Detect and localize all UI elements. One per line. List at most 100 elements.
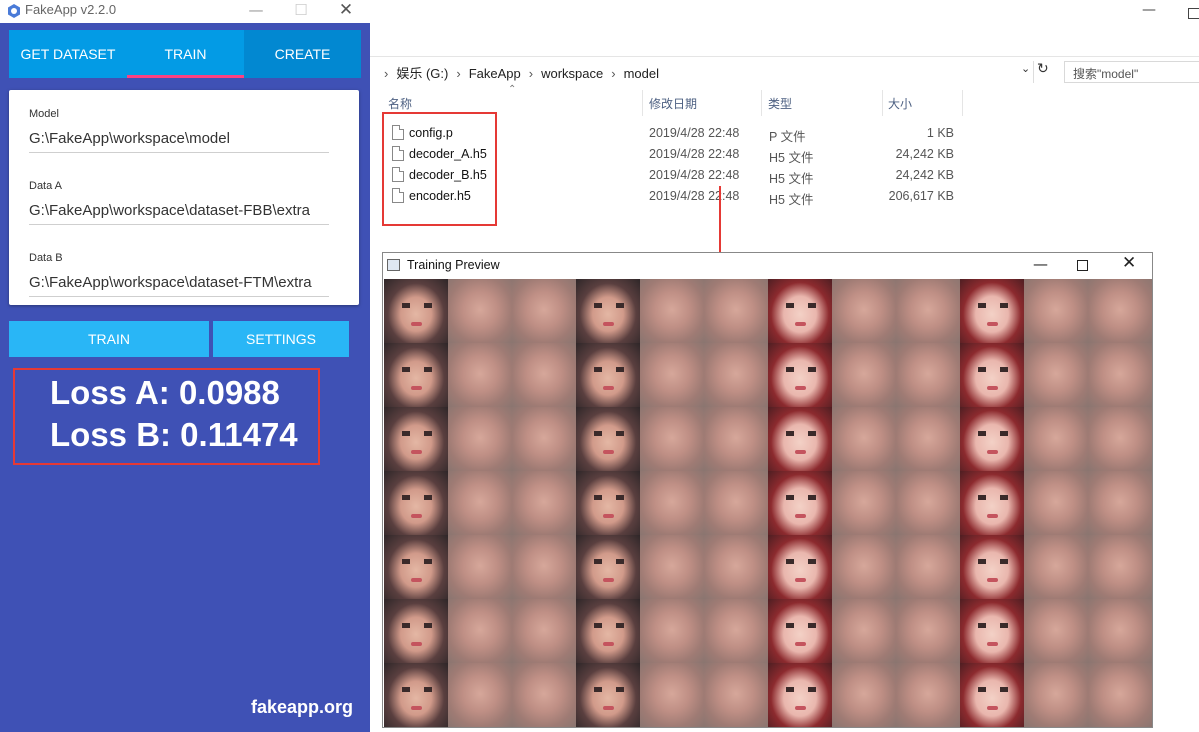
data-a-label: Data A	[29, 180, 63, 192]
fakeapp-titlebar: FakeApp v2.2.0 — ☐ ✕	[0, 0, 370, 23]
preview-tile-generated	[896, 279, 960, 343]
preview-tile-generated	[896, 663, 960, 727]
preview-tile-generated	[896, 343, 960, 407]
file-date: 2019/4/28 22:48	[649, 168, 740, 182]
face-eyes	[978, 303, 1008, 308]
preview-tile-face	[768, 343, 832, 407]
refresh-icon[interactable]: ↻	[1037, 61, 1049, 77]
face-eyes	[402, 431, 432, 436]
breadcrumb-model[interactable]: model	[624, 66, 659, 81]
preview-close-button[interactable]: ✕	[1122, 253, 1136, 273]
address-dropdown-icon[interactable]: ⌄	[1021, 62, 1030, 75]
face-eyes	[978, 367, 1008, 372]
preview-tile-generated	[448, 471, 512, 535]
file-type: H5 文件	[769, 193, 814, 207]
face-mouth	[411, 386, 422, 390]
column-divider[interactable]	[642, 90, 643, 116]
face-mouth	[411, 578, 422, 582]
preview-tile-generated	[448, 599, 512, 663]
window-icon	[387, 259, 400, 271]
close-button[interactable]: ✕	[326, 0, 366, 23]
column-size[interactable]: 大小	[888, 95, 912, 112]
face-mouth	[795, 514, 806, 518]
preview-tile-generated	[1088, 663, 1152, 727]
face-eyes	[978, 559, 1008, 564]
preview-tile-face	[576, 343, 640, 407]
preview-tile-face	[384, 279, 448, 343]
face-eyes	[978, 687, 1008, 692]
model-label: Model	[29, 108, 59, 120]
preview-title: Training Preview	[407, 258, 500, 272]
explorer-maximize-button[interactable]	[1188, 8, 1199, 19]
face-mouth	[795, 642, 806, 646]
address-bar: › 娱乐 (G:) › FakeApp › workspace › model ⌄ ↻ 搜索"…	[370, 56, 1199, 86]
face-mouth	[795, 706, 806, 710]
face-eyes	[978, 495, 1008, 500]
face-eyes	[402, 623, 432, 628]
maximize-button[interactable]: ☐	[281, 0, 321, 23]
breadcrumb-drive[interactable]: 娱乐 (G:)	[396, 66, 448, 81]
preview-tile-generated	[832, 471, 896, 535]
preview-tile-generated	[832, 279, 896, 343]
explorer-minimize-button[interactable]: —	[1142, 2, 1156, 18]
fakeapp-logo-icon	[8, 4, 20, 18]
train-button[interactable]: TRAIN	[9, 321, 209, 357]
preview-maximize-button[interactable]	[1077, 260, 1088, 271]
column-divider[interactable]	[962, 90, 963, 116]
column-name[interactable]: 名称	[388, 95, 412, 112]
preview-tile-face	[960, 663, 1024, 727]
file-type: P 文件	[769, 130, 806, 144]
face-eyes	[402, 495, 432, 500]
preview-minimize-button[interactable]: —	[1033, 255, 1048, 273]
preview-tile-generated	[640, 599, 704, 663]
preview-tile-generated	[1088, 471, 1152, 535]
column-divider[interactable]	[882, 90, 883, 116]
settings-button[interactable]: SETTINGS	[213, 321, 349, 357]
preview-tile-generated	[1024, 343, 1088, 407]
model-path-field[interactable]: G:\FakeApp\workspace\model	[29, 127, 329, 153]
face-mouth	[987, 450, 998, 454]
loss-a-text: Loss A: 0.0988	[50, 374, 280, 411]
face-mouth	[987, 706, 998, 710]
preview-tile-generated	[512, 471, 576, 535]
column-divider[interactable]	[761, 90, 762, 116]
face-eyes	[978, 623, 1008, 628]
data-b-path-field[interactable]: G:\FakeApp\workspace\dataset-FTM\extra	[29, 271, 329, 297]
preview-tile-generated	[704, 599, 768, 663]
face-mouth	[411, 706, 422, 710]
face-eyes	[594, 687, 624, 692]
preview-tile-generated	[640, 343, 704, 407]
breadcrumb: › 娱乐 (G:) › FakeApp › workspace › model	[384, 63, 659, 82]
breadcrumb-workspace[interactable]: workspace	[541, 66, 603, 81]
file-type: H5 文件	[769, 172, 814, 186]
minimize-button[interactable]: —	[236, 0, 276, 23]
face-mouth	[411, 642, 422, 646]
preview-tile-generated	[832, 599, 896, 663]
face-mouth	[411, 450, 422, 454]
search-input[interactable]: 搜索"model"	[1064, 61, 1199, 83]
face-mouth	[987, 322, 998, 326]
face-eyes	[594, 431, 624, 436]
file-size: 1 KB	[926, 126, 954, 140]
column-date[interactable]: 修改日期	[649, 95, 697, 112]
tab-train[interactable]: TRAIN	[127, 30, 244, 78]
data-a-path-field[interactable]: G:\FakeApp\workspace\dataset-FBB\extra	[29, 199, 329, 225]
breadcrumb-fakeapp[interactable]: FakeApp	[469, 66, 521, 81]
preview-tile-generated	[896, 599, 960, 663]
face-mouth	[987, 514, 998, 518]
face-eyes	[786, 687, 816, 692]
face-eyes	[402, 367, 432, 372]
preview-tile-generated	[896, 407, 960, 471]
file-date: 2019/4/28 22:48	[649, 189, 740, 203]
column-type[interactable]: 类型	[768, 95, 792, 112]
face-eyes	[786, 495, 816, 500]
tab-get-dataset[interactable]: GET DATASET	[9, 30, 127, 78]
preview-tile-generated	[1088, 343, 1152, 407]
preview-tile-generated	[448, 535, 512, 599]
face-mouth	[987, 578, 998, 582]
footer-link[interactable]: fakeapp.org	[251, 697, 353, 718]
face-mouth	[603, 578, 614, 582]
face-eyes	[594, 559, 624, 564]
tab-create[interactable]: CREATE	[244, 30, 361, 78]
preview-tile-face	[960, 407, 1024, 471]
